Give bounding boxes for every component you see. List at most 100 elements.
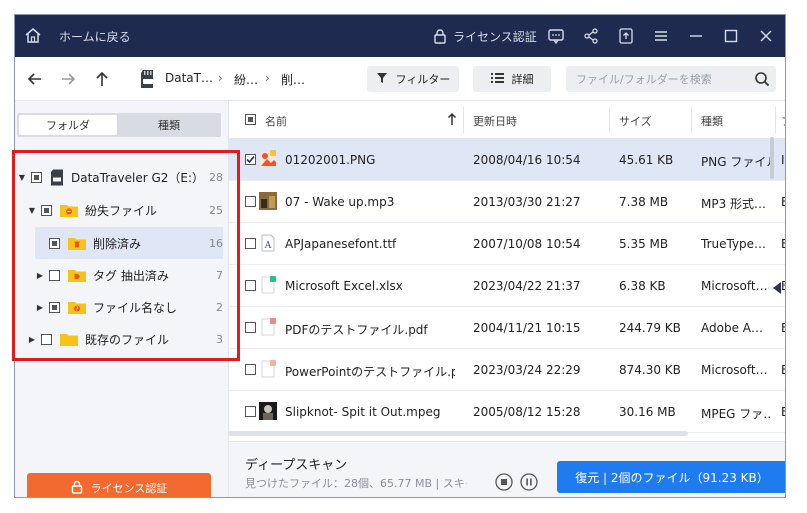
file-date: 2023/03/24 22:29 [473, 363, 581, 377]
file-row[interactable]: 01202001.PNG 2008/04/16 10:54 45.61 KB P… [229, 139, 785, 181]
file-type: Adobe A… [701, 321, 763, 335]
file-type: TrueType… [701, 237, 767, 251]
font-file-icon: A [258, 233, 278, 253]
home-icon[interactable] [23, 26, 43, 46]
minimize-icon[interactable] [686, 26, 706, 46]
row-checkbox[interactable] [245, 238, 256, 249]
row-checkbox[interactable] [245, 154, 256, 165]
row-checkbox[interactable] [245, 406, 256, 417]
file-row[interactable]: A APJapanesefont.ttf 2007/10/08 10:54 5.… [229, 223, 785, 265]
tree-item-tag-extracted[interactable]: ▶ タグ 抽出済み 7 [35, 259, 223, 291]
file-type: MPEG ファ… [701, 407, 771, 421]
maximize-icon[interactable] [721, 26, 741, 46]
file-name: Microsoft Excel.xlsx [285, 279, 403, 293]
tree-item-count: 2 [216, 300, 223, 314]
expand-arrow-icon[interactable]: ▶ [27, 335, 37, 344]
breadcrumb-separator: › [265, 71, 270, 85]
collapse-arrow-icon[interactable]: ▼ [27, 206, 37, 215]
file-size: 874.30 KB [619, 363, 681, 377]
file-date: 2004/11/21 10:15 [473, 321, 581, 335]
stop-icon[interactable] [495, 473, 513, 491]
file-name: 01202001.PNG [285, 153, 376, 167]
file-name: 07 - Wake up.mp3 [285, 195, 395, 209]
file-size: 30.16 MB [619, 405, 676, 419]
tree-checkbox[interactable] [41, 204, 52, 216]
license-button[interactable]: ライセンス認証 [27, 473, 211, 497]
tree-checkbox[interactable] [49, 301, 60, 313]
folder-trash-icon [68, 236, 86, 250]
file-name: APJapanesefont.ttf [285, 237, 397, 251]
tree-checkbox[interactable] [41, 333, 52, 345]
expand-arrow-icon[interactable]: ▶ [35, 271, 45, 280]
vertical-scrollbar[interactable] [770, 137, 774, 179]
collapse-arrow-icon[interactable]: ▼ [17, 173, 27, 182]
tree-item-no-filename[interactable]: ▶ ? ファイル名なし 2 [35, 291, 223, 323]
recover-button[interactable]: 復元 | 2個のファイル（91.23 KB） [557, 461, 785, 493]
filter-button[interactable]: フィルター [367, 66, 459, 92]
svg-text:?: ? [76, 307, 79, 313]
tree-item-label: タグ 抽出済み [93, 268, 169, 283]
panel-collapse-handle-icon[interactable] [773, 282, 781, 294]
select-all-checkbox[interactable] [245, 114, 256, 125]
search-box[interactable] [566, 66, 776, 92]
tree-checkbox[interactable] [49, 269, 60, 281]
close-icon[interactable] [756, 26, 776, 46]
file-type: Microsoft… [701, 363, 768, 377]
title-bar: ホームに戻る ライセンス認証 [15, 15, 785, 57]
file-row[interactable]: Slipknot- Spit it Out.mpeg 2005/08/12 15… [229, 391, 785, 433]
file-size: 45.61 KB [619, 153, 674, 167]
column-header-date[interactable]: 更新日時 [473, 113, 517, 129]
detail-view-button[interactable]: 詳細 [473, 66, 551, 92]
lock-icon [433, 28, 447, 44]
folder-panel: フォルダ 種類 ▼ DataTraveler G2（E:） 28 ▼ 紛失ファイ… [15, 101, 229, 497]
tree-item-existing[interactable]: ▶ 既存のファイル 3 [27, 323, 223, 355]
expand-arrow-icon[interactable]: ▶ [35, 303, 45, 312]
back-arrow-icon[interactable] [25, 69, 45, 89]
tree-item-label: DataTraveler G2（E:） [71, 170, 205, 185]
breadcrumb-drive[interactable]: DataT… [165, 71, 213, 85]
row-checkbox[interactable] [245, 280, 256, 291]
file-size: 7.38 MB [619, 195, 669, 209]
file-extra: E [781, 321, 785, 335]
folder-tag-icon [68, 268, 86, 282]
sort-up-arrow-icon[interactable] [447, 112, 457, 129]
tree-item-drive[interactable]: ▼ DataTraveler G2（E:） 28 [17, 161, 223, 193]
tree-checkbox[interactable] [31, 171, 42, 183]
file-row[interactable]: PDFのテストファイル.pdf 2004/11/21 10:15 244.79 … [229, 307, 785, 349]
tree-checkbox[interactable] [49, 237, 60, 249]
tab-type[interactable]: 種類 [119, 115, 219, 135]
row-checkbox[interactable] [245, 196, 256, 207]
toolbar: DataT… › 紛… › 削… フィルター 詳細 [15, 57, 785, 101]
column-header-extra[interactable]: フ [781, 113, 785, 129]
share-icon[interactable] [581, 26, 601, 46]
title-license-button[interactable]: ライセンス認証 [433, 26, 537, 46]
search-icon[interactable] [754, 71, 770, 87]
file-row[interactable]: 07 - Wake up.mp3 2013/03/30 21:27 7.38 M… [229, 181, 785, 223]
file-date: 2007/10/08 10:54 [473, 237, 581, 251]
forward-arrow-icon[interactable] [58, 69, 78, 89]
column-header-type[interactable]: 種類 [701, 113, 723, 129]
search-input[interactable] [566, 66, 746, 92]
column-header-name[interactable]: 名前 [265, 113, 287, 129]
album-art-icon [258, 191, 278, 211]
row-checkbox[interactable] [245, 322, 256, 333]
home-label[interactable]: ホームに戻る [59, 28, 131, 45]
file-extra: E [781, 363, 785, 377]
upload-icon[interactable] [616, 26, 636, 46]
tab-folder[interactable]: フォルダ [19, 115, 117, 135]
tree-item-deleted[interactable]: 削除済み 16 [35, 227, 223, 259]
up-arrow-icon[interactable] [92, 69, 112, 89]
menu-icon[interactable] [651, 26, 671, 46]
file-row[interactable]: Microsoft Excel.xlsx 2023/04/22 21:37 6.… [229, 265, 785, 307]
breadcrumb-lost-files[interactable]: 紛… [234, 71, 258, 88]
tree-item-lost-files[interactable]: ▼ 紛失ファイル 25 [27, 194, 223, 226]
folder-icon [60, 332, 78, 346]
pause-icon[interactable] [520, 473, 538, 491]
file-row[interactable]: PowerPointのテストファイル.pptx 2023/03/24 22:29… [229, 349, 785, 391]
feedback-icon[interactable] [546, 26, 566, 46]
breadcrumb-deleted[interactable]: 削… [281, 71, 305, 88]
horizontal-scrollbar[interactable] [228, 431, 688, 436]
file-type: MP3 形式… [701, 197, 767, 211]
column-header-size[interactable]: サイズ [619, 113, 652, 129]
row-checkbox[interactable] [245, 364, 256, 375]
